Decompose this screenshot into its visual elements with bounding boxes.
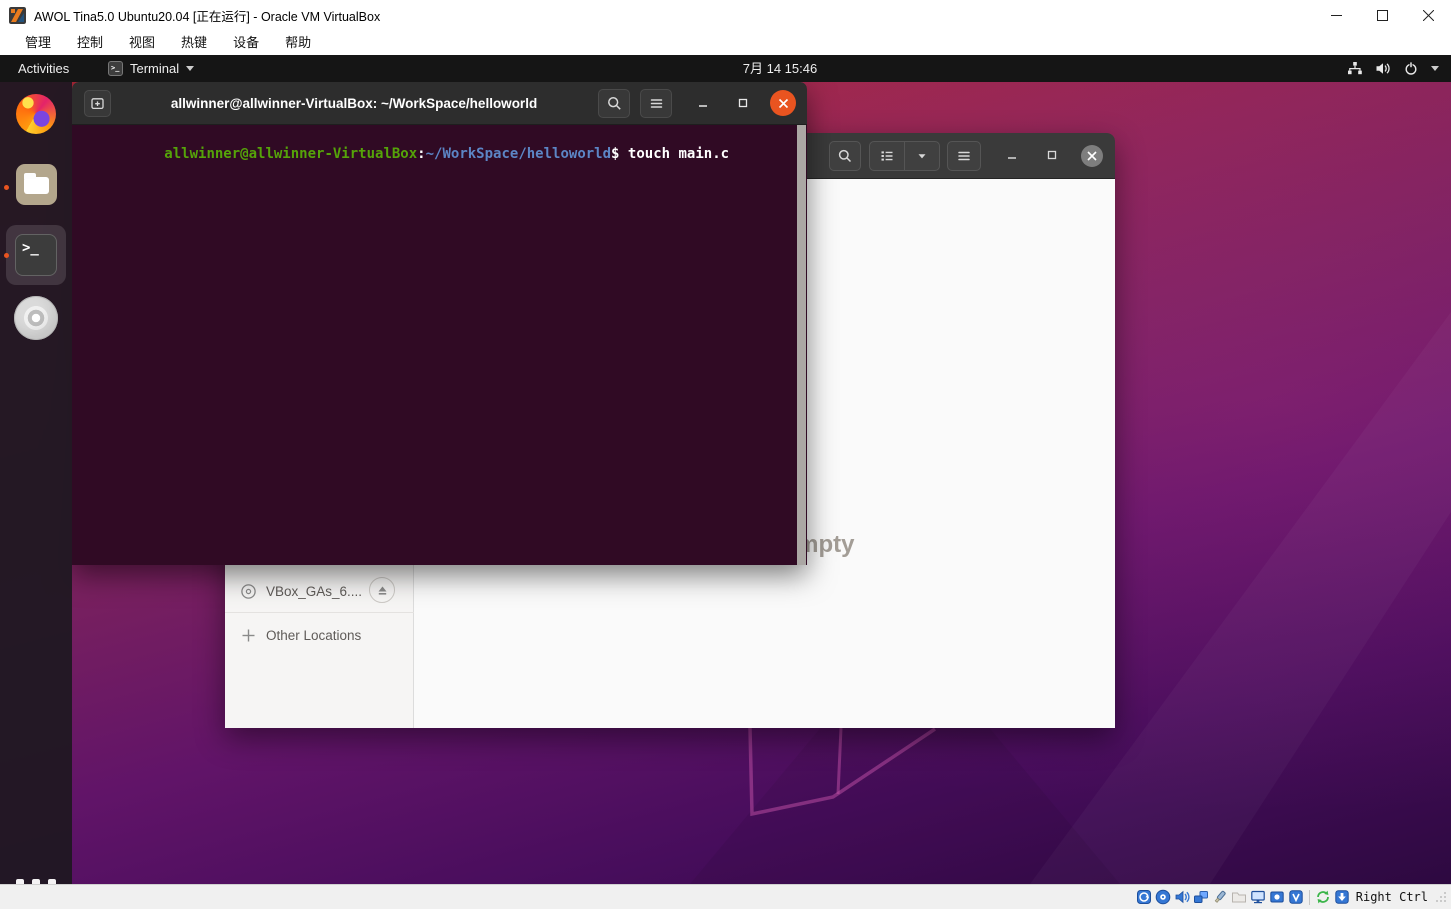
disc-icon (14, 296, 58, 340)
menu-devices[interactable]: 设备 (220, 30, 272, 55)
app-grid-icon (16, 879, 56, 884)
features-icon[interactable] (1288, 889, 1304, 905)
menu-control[interactable]: 控制 (64, 30, 116, 55)
files-view-list-button[interactable] (869, 141, 905, 171)
window-controls (1313, 0, 1451, 30)
terminal-headerbar[interactable]: allwinner@allwinner-VirtualBox: ~/WorkSp… (72, 82, 807, 125)
focused-app-menu[interactable]: >_ Terminal (108, 55, 194, 82)
sidebar-item-label: Other Locations (266, 628, 361, 643)
window-close-button[interactable] (1405, 0, 1451, 30)
window-title: AWOL Tina5.0 Ubuntu20.04 [正在运行] - Oracle… (34, 6, 380, 25)
files-view-options-button[interactable] (904, 141, 940, 171)
menubar: 管理 控制 视图 热键 设备 帮助 (0, 30, 1451, 55)
resize-grip[interactable] (1435, 891, 1447, 903)
sidebar-item-label: VBox_GAs_6.... (266, 584, 362, 599)
plus-icon (240, 627, 257, 644)
dock-item-files[interactable] (0, 164, 72, 205)
window-minimize-button[interactable] (1313, 0, 1359, 30)
terminal-icon: >_ (15, 234, 57, 276)
terminal-mini-icon: >_ (108, 61, 123, 76)
activities-button[interactable]: Activities (14, 55, 73, 82)
virtualbox-logo-icon (9, 7, 26, 24)
prompt-user-host: allwinner@allwinner-VirtualBox (164, 146, 417, 162)
menu-view[interactable]: 视图 (116, 30, 168, 55)
files-search-button[interactable] (829, 141, 861, 171)
network-icon (1347, 61, 1363, 76)
terminal-title: allwinner@allwinner-VirtualBox: ~/WorkSp… (112, 82, 596, 125)
hard-disks-icon[interactable] (1136, 889, 1152, 905)
titlebar: AWOL Tina5.0 Ubuntu20.04 [正在运行] - Oracle… (0, 0, 1451, 30)
dock-item-terminal[interactable]: >_ (0, 225, 72, 285)
files-minimize-button[interactable] (1004, 147, 1020, 163)
terminal-window: allwinner@allwinner-VirtualBox: ~/WorkSp… (72, 82, 807, 565)
vbox-statusbar: Right Ctrl (0, 884, 1451, 909)
prompt-path: ~/WorkSpace/helloworld (426, 146, 611, 162)
gnome-topbar: Activities >_ Terminal 7月 14 15:46 (0, 55, 1451, 82)
shared-folders-icon[interactable] (1231, 889, 1247, 905)
volume-icon (1375, 61, 1391, 76)
typed-command: touch main.c (619, 146, 729, 162)
menu-machine[interactable]: 管理 (12, 30, 64, 55)
terminal-maximize-button[interactable] (735, 95, 751, 111)
menu-help[interactable]: 帮助 (272, 30, 324, 55)
terminal-body[interactable]: allwinner@allwinner-VirtualBox:~/WorkSpa… (72, 125, 807, 565)
optical-disc-icon (240, 583, 257, 600)
network-adapter-icon[interactable] (1193, 889, 1209, 905)
new-tab-button[interactable] (84, 90, 111, 117)
show-applications-button[interactable] (0, 879, 72, 884)
terminal-search-button[interactable] (598, 89, 630, 118)
firefox-icon (16, 94, 56, 134)
power-icon (1403, 61, 1419, 76)
focused-app-label: Terminal (130, 61, 179, 76)
files-close-button[interactable] (1081, 145, 1103, 167)
dock: >_ (0, 82, 72, 884)
running-indicator (4, 253, 9, 258)
optical-drives-icon[interactable] (1155, 889, 1171, 905)
terminal-menu-button[interactable] (640, 89, 672, 118)
virtualbox-window: AWOL Tina5.0 Ubuntu20.04 [正在运行] - Oracle… (0, 0, 1451, 909)
mouse-integration-icon[interactable] (1315, 889, 1331, 905)
system-tray[interactable] (1347, 55, 1443, 82)
files-icon (16, 164, 57, 205)
chevron-down-icon (1431, 66, 1439, 71)
active-app-highlight: >_ (6, 225, 66, 285)
statusbar-separator (1309, 890, 1310, 905)
dock-item-firefox[interactable] (0, 94, 72, 134)
audio-icon[interactable] (1174, 889, 1190, 905)
sidebar-item-other-locations[interactable]: Other Locations (225, 613, 414, 657)
clock[interactable]: 7月 14 15:46 (700, 55, 860, 82)
vm-display: Activities >_ Terminal 7月 14 15:46 (0, 55, 1451, 884)
eject-button[interactable] (369, 577, 395, 603)
recording-icon[interactable] (1269, 889, 1285, 905)
dock-item-disc[interactable] (0, 296, 72, 340)
display-icon[interactable] (1250, 889, 1266, 905)
terminal-minimize-button[interactable] (695, 95, 711, 111)
keyboard-capture-icon[interactable] (1334, 889, 1350, 905)
files-maximize-button[interactable] (1044, 147, 1060, 163)
files-menu-button[interactable] (947, 141, 981, 171)
terminal-prompt-line: allwinner@allwinner-VirtualBox:~/WorkSpa… (80, 130, 729, 178)
prompt-separator: : (417, 146, 425, 162)
host-key-label: Right Ctrl (1356, 890, 1428, 904)
menu-input[interactable]: 热键 (168, 30, 220, 55)
usb-icon[interactable] (1212, 889, 1228, 905)
terminal-close-button[interactable] (770, 90, 796, 116)
terminal-scrollbar[interactable] (797, 125, 806, 565)
window-maximize-button[interactable] (1359, 0, 1405, 30)
chevron-down-icon (186, 66, 194, 71)
running-indicator (4, 185, 9, 190)
